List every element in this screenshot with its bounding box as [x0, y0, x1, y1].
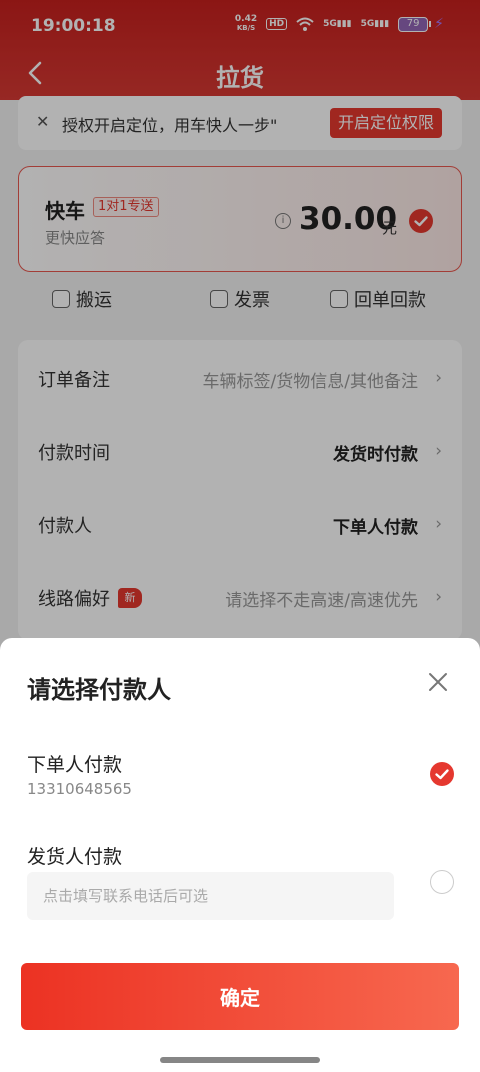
radio-checked-icon[interactable] — [430, 762, 454, 786]
confirm-button[interactable]: 确定 — [21, 963, 459, 1030]
sheet-title: 请选择付款人 — [27, 676, 171, 704]
radio-unchecked-icon[interactable] — [430, 870, 454, 894]
payer-option-orderer[interactable]: 下单人付款 — [27, 750, 122, 777]
payer-selection-sheet: 请选择付款人 下单人付款 13310648565 发货人付款 确定 — [0, 638, 480, 1072]
orderer-phone: 13310648565 — [27, 780, 132, 798]
home-indicator[interactable] — [160, 1057, 320, 1063]
close-icon[interactable] — [426, 670, 450, 694]
shipper-phone-input[interactable] — [27, 872, 394, 920]
payer-option-shipper[interactable]: 发货人付款 — [27, 842, 122, 869]
